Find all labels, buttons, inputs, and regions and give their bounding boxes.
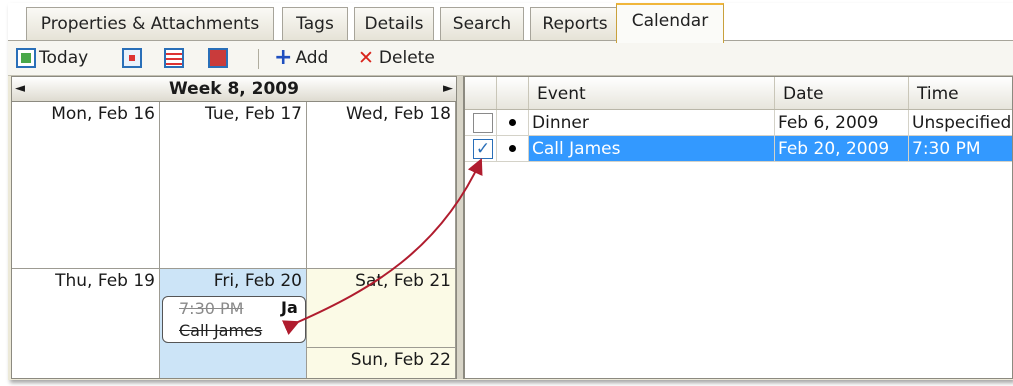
day-label: Fri, Feb 20 <box>213 271 302 291</box>
toolbar: Today + Add ✕ Delete <box>8 41 1013 76</box>
day-cell-fri[interactable]: Fri, Feb 20 7:30 PM Ja Call James <box>160 269 307 378</box>
header-check-column[interactable] <box>465 77 497 109</box>
week-view: ◄ Week 8, 2009 ► Mon, Feb 16 Tue, Feb 17… <box>11 76 457 379</box>
row-bullet-cell <box>497 136 529 162</box>
tab-calendar[interactable]: Calendar <box>616 3 724 43</box>
tab-properties-attachments[interactable]: Properties & Attachments <box>26 7 274 41</box>
row-checkbox[interactable]: ✓ <box>473 139 493 159</box>
toolbar-separator <box>258 49 259 69</box>
time-cell: Unspecified <box>909 110 1012 136</box>
date-cell: Feb 20, 2009 <box>775 136 909 162</box>
bullet-icon <box>509 119 516 126</box>
today-button[interactable]: Today <box>16 45 88 71</box>
delete-label: Delete <box>378 48 435 68</box>
tab-search[interactable]: Search <box>440 7 524 41</box>
day-cell-tue[interactable]: Tue, Feb 17 <box>160 102 307 269</box>
header-date[interactable]: Date <box>775 77 909 109</box>
bullet-icon <box>509 145 516 152</box>
day-cell-mon[interactable]: Mon, Feb 16 <box>12 102 160 269</box>
day-cell-sat[interactable]: Sat, Feb 21 <box>307 269 456 348</box>
day-cell-thu[interactable]: Thu, Feb 19 <box>12 269 160 378</box>
week-header: ◄ Week 8, 2009 ► <box>12 77 456 102</box>
day-label: Mon, Feb 16 <box>51 104 155 124</box>
date-cell: Feb 6, 2009 <box>775 110 909 136</box>
tab-tags[interactable]: Tags <box>282 7 348 41</box>
add-label: Add <box>295 48 329 68</box>
week-view-icon <box>164 48 184 68</box>
row-bullet-cell <box>497 110 529 136</box>
tab-details[interactable]: Details <box>354 7 434 41</box>
calendar-event[interactable]: 7:30 PM Ja Call James <box>162 296 306 343</box>
today-label: Today <box>39 48 89 68</box>
tab-bar: Properties & Attachments Tags Details Se… <box>8 3 1013 43</box>
day-label: Tue, Feb 17 <box>205 104 302 124</box>
month-view-button[interactable] <box>208 45 228 71</box>
day-label: Wed, Feb 18 <box>345 104 451 124</box>
row-checkbox-cell <box>465 110 497 136</box>
pane-splitter[interactable] <box>456 76 464 379</box>
plus-icon: + <box>274 45 293 70</box>
calendar-panel: Properties & Attachments Tags Details Se… <box>8 3 1013 380</box>
day-cell-wed[interactable]: Wed, Feb 18 <box>307 102 456 269</box>
delete-x-icon: ✕ <box>358 47 374 69</box>
week-view-button[interactable] <box>164 45 184 71</box>
day-label: Sun, Feb 22 <box>350 350 451 370</box>
row-checkbox[interactable] <box>473 113 493 133</box>
day-view-button[interactable] <box>122 45 142 71</box>
event-cell: Dinner <box>529 110 775 136</box>
week-title: Week 8, 2009 <box>169 79 299 99</box>
event-cell: Call James <box>529 136 775 162</box>
header-dot-column[interactable] <box>497 77 529 109</box>
row-checkbox-cell: ✓ <box>465 136 497 162</box>
event-time: 7:30 PM <box>179 299 244 318</box>
month-view-icon <box>208 48 228 68</box>
grid-header: Event Date Time <box>465 77 1012 110</box>
event-title: Call James <box>179 321 263 340</box>
event-title-overflow: Ja <box>281 298 298 317</box>
day-label: Thu, Feb 19 <box>55 271 155 291</box>
next-week-arrow-icon[interactable]: ► <box>443 77 453 101</box>
event-grid: Event Date Time Dinner Feb 6, 2009 Unspe… <box>464 76 1013 379</box>
today-icon <box>16 48 36 68</box>
table-row[interactable]: Dinner Feb 6, 2009 Unspecified <box>465 110 1012 136</box>
day-cell-sun[interactable]: Sun, Feb 22 <box>307 348 456 378</box>
day-label: Sat, Feb 21 <box>355 271 451 291</box>
delete-button[interactable]: ✕ Delete <box>358 45 435 71</box>
time-cell: 7:30 PM <box>909 136 1012 162</box>
tab-reports[interactable]: Reports <box>530 7 620 41</box>
table-row[interactable]: ✓ Call James Feb 20, 2009 7:30 PM <box>465 136 1012 162</box>
header-time[interactable]: Time <box>909 77 1012 109</box>
header-event[interactable]: Event <box>529 77 775 109</box>
add-button[interactable]: + Add <box>274 45 328 71</box>
day-view-icon <box>122 48 142 68</box>
